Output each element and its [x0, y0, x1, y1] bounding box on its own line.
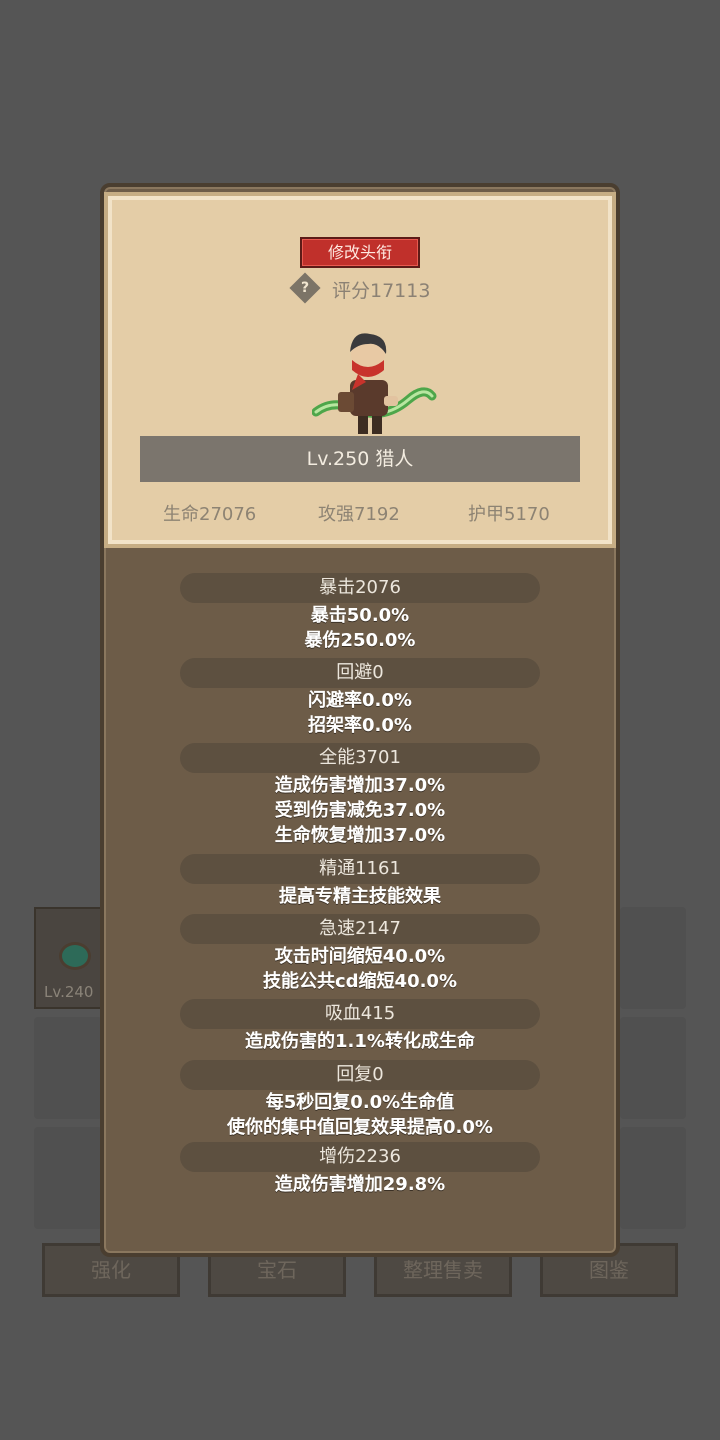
damage-increase-line: 造成伤害增加37.0% — [274, 775, 446, 796]
inventory-slot[interactable] — [620, 1127, 686, 1229]
healing-increase-line: 生命恢复增加37.0% — [274, 825, 446, 846]
change-title-button[interactable]: 修改头衔 — [300, 237, 420, 268]
inventory-slot[interactable] — [34, 1017, 102, 1119]
attack-power-stat: 攻强7192 — [318, 504, 400, 525]
cooldown-line: 技能公共cd缩短40.0% — [262, 971, 457, 992]
dodge-rate-line: 闪避率0.0% — [308, 690, 412, 711]
item-level-label: Lv.240 — [44, 983, 94, 1001]
versatility-section-header: 全能3701 — [180, 743, 540, 773]
focus-regen-line: 使你的集中值回复效果提高0.0% — [227, 1117, 493, 1138]
attack-time-line: 攻击时间缩短40.0% — [274, 946, 446, 967]
crit-damage-line: 暴伤250.0% — [304, 630, 416, 651]
health-stat: 生命27076 — [163, 504, 257, 525]
mastery-section-header: 精通1161 — [180, 854, 540, 884]
inventory-slot[interactable] — [34, 1127, 102, 1229]
damage-bonus-section-header: 增伤2236 — [180, 1142, 540, 1172]
level-class-bar: Lv.250 猎人 — [140, 436, 580, 482]
parry-rate-line: 招架率0.0% — [308, 715, 412, 736]
mastery-effect-line: 提高专精主技能效果 — [279, 886, 441, 907]
crit-rate-line: 暴击50.0% — [310, 605, 410, 626]
avoidance-section-header: 回避0 — [180, 658, 540, 688]
lifesteal-effect-line: 造成伤害的1.1%转化成生命 — [245, 1031, 475, 1052]
hunter-character-sprite — [312, 333, 437, 434]
inventory-slot[interactable] — [620, 1017, 686, 1119]
regen-section-header: 回复0 — [180, 1060, 540, 1090]
damage-bonus-line: 造成伤害增加29.8% — [274, 1174, 446, 1195]
lifesteal-section-header: 吸血415 — [180, 999, 540, 1029]
damage-reduction-line: 受到伤害减免37.0% — [274, 800, 446, 821]
armor-stat: 护甲5170 — [468, 504, 550, 525]
gem-icon — [62, 945, 88, 967]
crit-section-header: 暴击2076 — [180, 573, 540, 603]
inventory-slot[interactable] — [620, 907, 686, 1009]
haste-section-header: 急速2147 — [180, 914, 540, 944]
score-label: 评分17113 — [332, 280, 431, 302]
regen-hp-line: 每5秒回复0.0%生命值 — [265, 1092, 455, 1113]
help-icon[interactable]: ? — [289, 272, 321, 304]
inventory-item-slot[interactable]: Lv.240 — [34, 907, 102, 1009]
